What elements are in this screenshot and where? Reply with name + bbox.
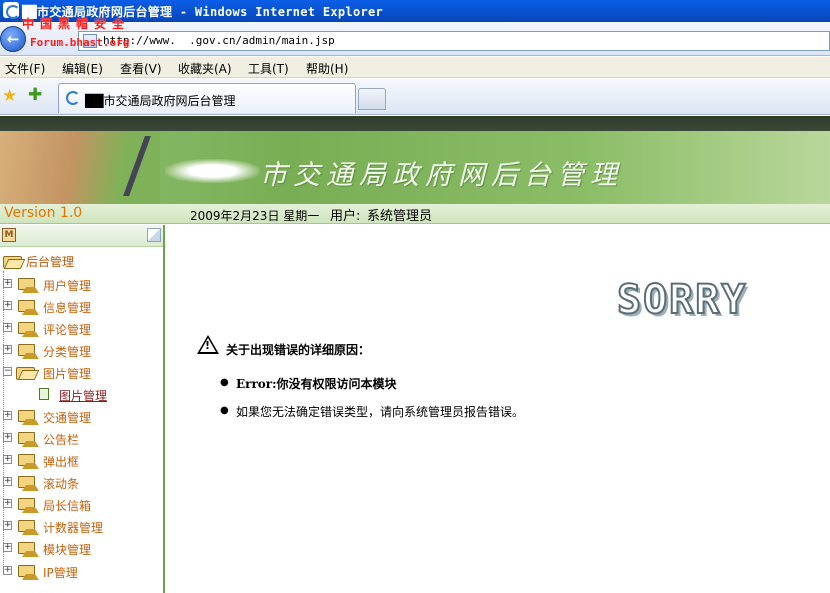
expand-icon[interactable]: + [3, 345, 12, 354]
expand-icon[interactable]: + [3, 411, 12, 420]
version-label: Version 1.0 [4, 205, 83, 221]
site-banner: 市交通局政府网后台管理 [0, 131, 830, 204]
collapse-icon[interactable] [147, 228, 161, 242]
sidebar-item-label: 用户管理 [43, 279, 92, 293]
expand-icon[interactable]: + [3, 301, 12, 310]
expand-icon[interactable]: + [3, 323, 12, 332]
redacted-city-name [165, 159, 260, 183]
sidebar-item-label: 弹出框 [43, 455, 80, 469]
favorites-star-icon[interactable]: ★ [2, 86, 17, 106]
error-reason: Error:你没有权限访问本模块 [236, 377, 397, 391]
web-page: 市交通局政府网后台管理 Version 1.0 2009年2月23日 星期一 用… [0, 116, 830, 593]
sidebar-item-label: 局长信箱 [43, 499, 92, 513]
folder-icon [18, 432, 39, 447]
sidebar: M 后台管理 + 用户管理 + 信息管理 + 评论管理 + 分类管理 − 图片管… [0, 225, 165, 593]
menu-tools[interactable]: 工具(T) [248, 60, 289, 77]
main-content: SORRY 关于出现错误的详细原因： ● Error:你没有权限访问本模块 ● … [167, 225, 830, 593]
sidebar-root-label: 后台管理 [26, 255, 75, 269]
sidebar-item-label: 计数器管理 [43, 521, 104, 535]
folder-icon [18, 454, 39, 469]
user-name: 系统管理员 [367, 209, 433, 224]
user-label: 用户: [330, 209, 361, 224]
menu-bar: 文件(F) 编辑(E) 查看(V) 收藏夹(A) 工具(T) 帮助(H) [0, 57, 830, 78]
new-tab-button[interactable] [358, 88, 386, 110]
watermark-text: 中国黑帽安全 [22, 17, 131, 31]
sorry-graphic: SORRY [616, 276, 748, 324]
expand-icon[interactable]: + [3, 543, 12, 552]
sidebar-item-label: 公告栏 [43, 433, 80, 447]
expand-icon[interactable]: + [3, 455, 12, 464]
home-icon[interactable]: M [2, 228, 16, 242]
header-strip [0, 116, 830, 131]
folder-icon [18, 520, 39, 535]
folder-icon [18, 410, 39, 425]
menu-view[interactable]: 查看(V) [120, 60, 162, 77]
open-folder-icon [3, 253, 22, 268]
folder-icon [18, 300, 39, 315]
sidebar-subitem-label[interactable]: 图片管理 [59, 387, 107, 404]
sidebar-item-label: 评论管理 [43, 323, 92, 337]
expand-icon[interactable]: + [3, 477, 12, 486]
folder-icon [18, 542, 39, 557]
sidebar-item-label: IP管理 [43, 566, 78, 580]
open-folder-icon [16, 365, 36, 380]
folder-icon [18, 565, 39, 580]
folder-icon [18, 278, 39, 293]
expand-icon[interactable]: + [3, 279, 12, 288]
ie-tab-icon [66, 91, 80, 105]
menu-file[interactable]: 文件(F) [5, 60, 45, 77]
menu-favorites[interactable]: 收藏夹(A) [178, 60, 232, 77]
sidebar-item-label: 图片管理 [43, 367, 92, 381]
tab-title: ██市交通局政府网后台管理 [85, 94, 236, 108]
warning-icon [197, 335, 219, 354]
folder-icon [18, 344, 39, 359]
expand-icon[interactable]: + [3, 521, 12, 530]
ie-logo-icon [3, 2, 20, 19]
folder-icon [18, 322, 39, 337]
sidebar-item-label: 交通管理 [43, 411, 92, 425]
sidebar-header: M [0, 225, 163, 247]
collapse-node-icon[interactable]: − [3, 367, 12, 376]
error-title: 关于出现错误的详细原因： [226, 343, 371, 357]
info-bar: Version 1.0 2009年2月23日 星期一 用户: 系统管理员 [0, 204, 830, 224]
banner-title: 市交通局政府网后台管理 [260, 160, 623, 191]
sidebar-item-label: 模块管理 [43, 543, 92, 557]
sidebar-item-label: 滚动条 [43, 477, 80, 491]
current-date: 2009年2月23日 星期一 [190, 209, 320, 223]
menu-help[interactable]: 帮助(H) [306, 60, 348, 77]
address-input[interactable]: http://www. .gov.cn/admin/main.jsp [78, 31, 830, 51]
sidebar-item-label: 分类管理 [43, 345, 92, 359]
folder-icon [18, 476, 39, 491]
folder-icon [18, 498, 39, 513]
bullet-icon: ● [220, 377, 229, 388]
page-icon [39, 388, 49, 400]
tab-bar: ★ ✚ ██市交通局政府网后台管理 [0, 79, 830, 115]
laptop-illustration [49, 136, 151, 196]
expand-icon[interactable]: + [3, 433, 12, 442]
watermark-url: Forum.bhast.org [30, 36, 130, 49]
expand-icon[interactable]: + [3, 566, 12, 575]
sidebar-item-label: 信息管理 [43, 301, 92, 315]
tab-current[interactable]: ██市交通局政府网后台管理 [58, 83, 356, 113]
error-help: 如果您无法确定错误类型，请向系统管理员报告错误。 [236, 405, 525, 419]
address-url: http://www. .gov.cn/admin/main.jsp [103, 34, 335, 47]
expand-icon[interactable]: + [3, 499, 12, 508]
add-favorite-icon[interactable]: ✚ [28, 85, 42, 105]
menu-edit[interactable]: 编辑(E) [62, 60, 103, 77]
bullet-icon: ● [220, 405, 229, 416]
banner-laptop-image [0, 131, 160, 204]
